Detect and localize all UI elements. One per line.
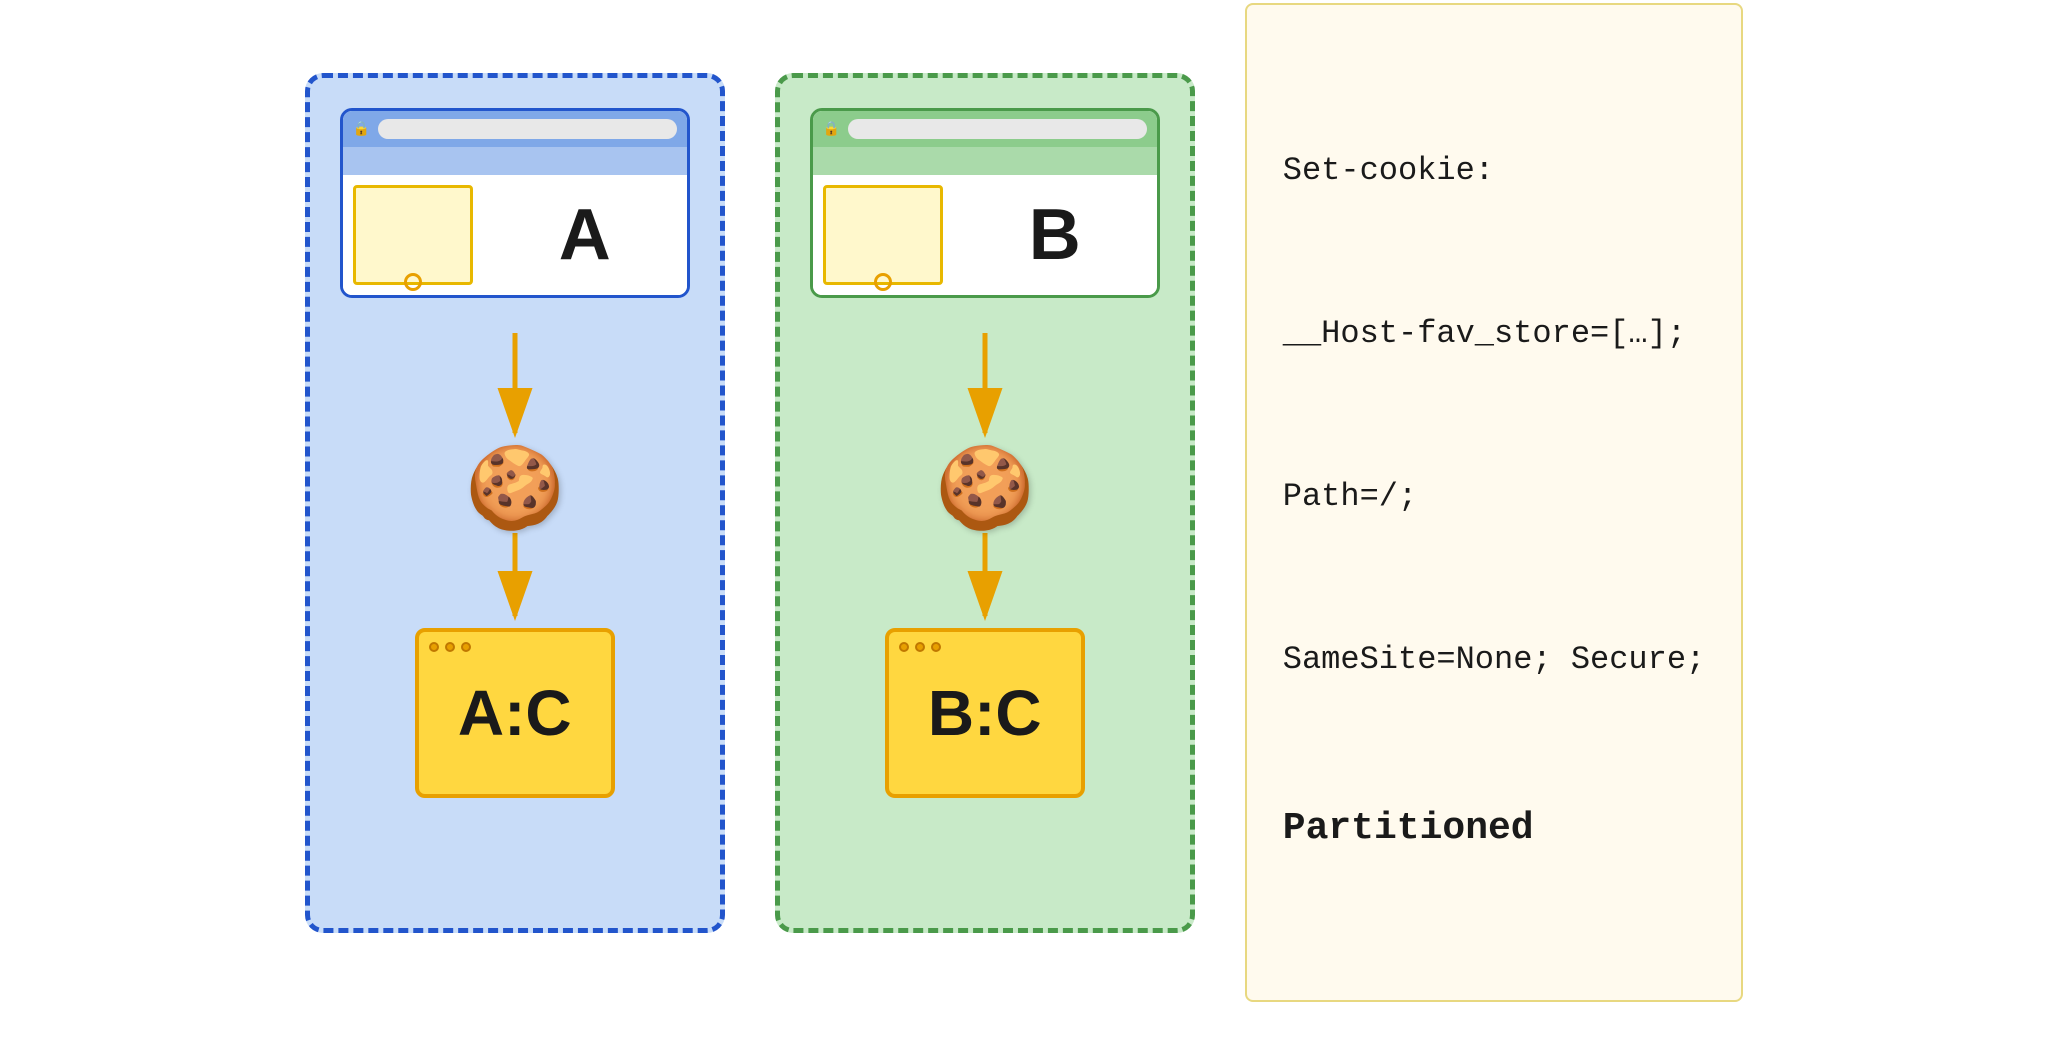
storage-dot-b3 <box>931 642 941 652</box>
site-label-a: A <box>559 194 611 276</box>
arrow-svg-b <box>925 328 1045 448</box>
toolbar-b <box>813 147 1157 175</box>
storage-dots-a <box>429 642 471 652</box>
browser-window-b: 🔒 B <box>810 108 1160 298</box>
partition-box-a: 🔒 A <box>305 73 725 933</box>
titlebar-a: 🔒 <box>343 111 687 147</box>
browser-window-a: 🔒 A <box>340 108 690 298</box>
code-line-4: Partitioned <box>1283 797 1705 862</box>
storage-dot-b1 <box>899 642 909 652</box>
browser-content-b: B <box>813 175 1157 295</box>
code-line-1: __Host-fav_store=[…]; <box>1283 307 1705 361</box>
storage-box-b: B:C <box>885 628 1085 798</box>
arrow-cookie-storage-a: 🍪 A:C <box>415 328 615 798</box>
site-label-b: B <box>1029 194 1081 276</box>
urlbar-a <box>378 119 677 139</box>
iframe-dot-b <box>874 273 892 291</box>
iframe-dot-a <box>404 273 422 291</box>
arrow-cookie-storage-b: 🍪 B:C <box>885 328 1085 798</box>
main-container: 🔒 A <box>265 0 1783 1042</box>
cookie-emoji-a: 🍪 <box>465 448 565 528</box>
storage-dot-a2 <box>445 642 455 652</box>
code-block: Set-cookie: __Host-fav_store=[…]; Path=/… <box>1245 3 1743 1002</box>
main-area-a: A <box>483 175 687 295</box>
storage-dot-b2 <box>915 642 925 652</box>
storage-label-b: B:C <box>928 676 1042 750</box>
storage-box-a: A:C <box>415 628 615 798</box>
code-line-2: Path=/; <box>1283 470 1705 524</box>
iframe-b <box>823 185 943 285</box>
cookie-emoji-b: 🍪 <box>935 448 1035 528</box>
arrow-svg-a2 <box>455 528 575 628</box>
toolbar-a <box>343 147 687 175</box>
code-line-0: Set-cookie: <box>1283 144 1705 198</box>
partition-box-b: 🔒 B 🍪 <box>775 73 1195 933</box>
storage-dot-a3 <box>461 642 471 652</box>
lock-icon-a: 🔒 <box>353 120 370 137</box>
arrow-svg-b2 <box>925 528 1045 628</box>
storage-label-a: A:C <box>458 676 572 750</box>
iframe-a <box>353 185 473 285</box>
titlebar-b: 🔒 <box>813 111 1157 147</box>
browser-content-a: A <box>343 175 687 295</box>
code-line-3: SameSite=None; Secure; <box>1283 633 1705 687</box>
arrow-svg-a <box>455 328 575 448</box>
urlbar-b <box>848 119 1147 139</box>
main-area-b: B <box>953 175 1157 295</box>
lock-icon-b: 🔒 <box>823 120 840 137</box>
storage-dot-a1 <box>429 642 439 652</box>
storage-dots-b <box>899 642 941 652</box>
